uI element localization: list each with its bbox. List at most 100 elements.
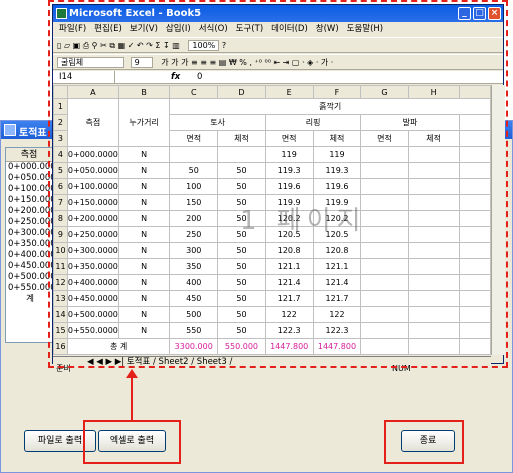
data-cell-empty[interactable] <box>360 322 409 339</box>
cell-empty[interactable] <box>458 130 491 147</box>
data-cell[interactable]: N <box>117 322 171 339</box>
data-cell[interactable]: N <box>117 274 171 291</box>
data-cell[interactable]: 200 <box>169 210 219 227</box>
header-borrow[interactable]: 흙깍기 <box>169 98 491 115</box>
maximize-icon[interactable]: □ <box>473 7 486 20</box>
data-cell-empty[interactable] <box>458 162 491 179</box>
data-cell[interactable]: 120.8 <box>312 242 362 259</box>
station-list-item[interactable]: 계 <box>6 294 52 305</box>
data-cell-empty[interactable] <box>407 194 460 211</box>
column-header[interactable]: G <box>360 85 409 99</box>
zoom-select[interactable]: 100% <box>188 40 220 51</box>
data-cell[interactable]: 119.3 <box>264 162 314 179</box>
data-cell[interactable]: 0+300.0000 <box>66 242 119 259</box>
data-cell[interactable]: 0+550.0000 <box>66 322 119 339</box>
data-cell-empty[interactable] <box>458 178 491 195</box>
data-cell[interactable]: N <box>117 226 171 243</box>
column-header[interactable]: F <box>312 85 362 99</box>
name-box[interactable]: I14 <box>55 71 115 84</box>
menu-item[interactable]: 편집(E) <box>94 24 122 34</box>
row-header[interactable]: 9 <box>53 226 68 243</box>
data-cell[interactable]: 50 <box>169 162 219 179</box>
station-list-item[interactable]: 0+150.000 <box>6 195 52 206</box>
data-cell-empty[interactable] <box>360 210 409 227</box>
data-cell[interactable] <box>169 146 219 163</box>
data-cell[interactable]: 500 <box>169 306 219 323</box>
station-list-item[interactable]: 0+050.000 <box>6 173 52 184</box>
station-list-item[interactable]: 0+000.000 <box>6 162 52 173</box>
data-cell[interactable]: 121.4 <box>264 274 314 291</box>
data-cell-empty[interactable] <box>360 274 409 291</box>
data-cell[interactable]: 50 <box>217 162 266 179</box>
data-cell[interactable] <box>217 146 266 163</box>
header-area[interactable]: 면적 <box>264 130 314 147</box>
data-cell-empty[interactable] <box>360 338 409 355</box>
data-cell[interactable]: 150 <box>169 194 219 211</box>
column-header-partial[interactable] <box>458 85 491 99</box>
station-list-item[interactable]: 0+350.000 <box>6 239 52 250</box>
station-list-item[interactable]: 0+550.000 <box>6 283 52 294</box>
close-icon[interactable]: × <box>488 7 501 20</box>
header-blast[interactable]: 발파 <box>360 114 460 131</box>
total-label[interactable]: 총 계 <box>66 338 171 355</box>
data-cell-empty[interactable] <box>407 274 460 291</box>
row-header[interactable]: 7 <box>53 194 68 211</box>
row-header[interactable]: 15 <box>53 322 68 339</box>
header-area[interactable]: 면적 <box>169 130 219 147</box>
data-cell[interactable]: 0+100.0000 <box>66 178 119 195</box>
column-header[interactable]: C <box>169 85 219 99</box>
column-header[interactable]: H <box>407 85 460 99</box>
data-cell[interactable]: N <box>117 242 171 259</box>
row-header[interactable]: 10 <box>53 242 68 259</box>
data-cell[interactable]: 122.3 <box>312 322 362 339</box>
data-cell-empty[interactable] <box>360 290 409 307</box>
row-header[interactable]: 12 <box>53 274 68 291</box>
data-cell-empty[interactable] <box>360 226 409 243</box>
data-cell-empty[interactable] <box>407 242 460 259</box>
row-header[interactable]: 16 <box>53 338 68 355</box>
data-cell-empty[interactable] <box>458 258 491 275</box>
menu-item[interactable]: 창(W) <box>316 24 339 34</box>
data-cell-empty[interactable] <box>360 146 409 163</box>
data-cell[interactable]: 122 <box>312 306 362 323</box>
data-cell[interactable]: 119 <box>264 146 314 163</box>
data-cell-empty[interactable] <box>407 322 460 339</box>
data-cell-empty[interactable] <box>407 338 460 355</box>
data-cell[interactable]: 0+050.0000 <box>66 162 119 179</box>
data-cell-empty[interactable] <box>360 242 409 259</box>
data-cell[interactable]: 50 <box>217 178 266 195</box>
data-cell[interactable]: 0+000.0000 <box>66 146 119 163</box>
data-cell-empty[interactable] <box>458 242 491 259</box>
station-list-item[interactable]: 0+200.000 <box>6 206 52 217</box>
menu-item[interactable]: 서식(O) <box>199 24 228 34</box>
data-cell-empty[interactable] <box>360 178 409 195</box>
menu-item[interactable]: 보기(V) <box>130 24 158 34</box>
station-list-item[interactable]: 0+500.000 <box>6 272 52 283</box>
station-list-item[interactable]: 0+250.000 <box>6 217 52 228</box>
row-header[interactable]: 8 <box>53 210 68 227</box>
help-icon[interactable]: ? <box>222 41 226 50</box>
data-cell[interactable]: 121.7 <box>312 290 362 307</box>
header-volume[interactable]: 체적 <box>217 130 266 147</box>
data-cell[interactable]: 0+450.0000 <box>66 290 119 307</box>
data-cell[interactable]: 50 <box>217 258 266 275</box>
data-cell-empty[interactable] <box>458 194 491 211</box>
row-header[interactable]: 13 <box>53 290 68 307</box>
data-cell[interactable]: 119.3 <box>312 162 362 179</box>
data-cell-empty[interactable] <box>407 226 460 243</box>
data-cell[interactable]: 50 <box>217 242 266 259</box>
data-cell-empty[interactable] <box>458 290 491 307</box>
row-header[interactable]: 5 <box>53 162 68 179</box>
format-icons[interactable]: 가 가 가 ≡ ≡ ≡ ▤ ₩ % , ⁺⁰ ⁰⁰ ⇤ ⇥ ▢ · ◈ · 가 … <box>161 58 333 67</box>
data-cell-empty[interactable] <box>407 258 460 275</box>
menu-item[interactable]: 데이터(D) <box>271 24 308 34</box>
data-cell-empty[interactable] <box>458 274 491 291</box>
data-cell[interactable]: 121.1 <box>264 258 314 275</box>
data-cell[interactable]: 0+200.0000 <box>66 210 119 227</box>
data-cell[interactable]: 0+350.0000 <box>66 258 119 275</box>
data-cell-empty[interactable] <box>407 178 460 195</box>
total-value[interactable]: 550.000 <box>217 338 266 355</box>
header-station[interactable]: 측점 <box>66 98 119 147</box>
data-cell[interactable]: 100 <box>169 178 219 195</box>
total-value[interactable]: 1447.800 <box>264 338 314 355</box>
